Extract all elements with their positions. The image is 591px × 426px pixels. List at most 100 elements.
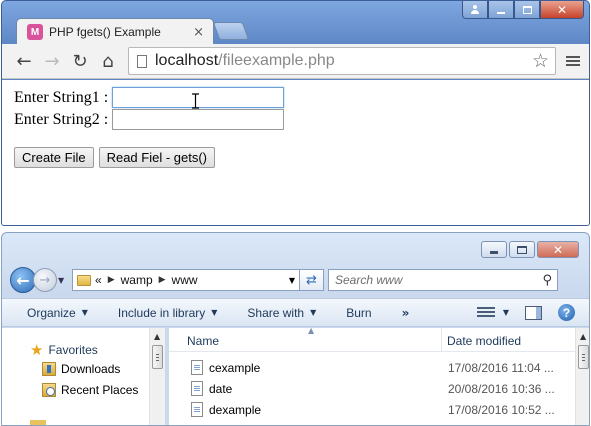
views-button[interactable]: ▼ [476,306,509,319]
share-label: Share with [247,305,305,320]
chevron-down-icon: ▼ [81,308,88,317]
nav-downloads-label: Downloads [61,362,121,376]
file-row[interactable]: date 20/08/2016 10:36 ... [169,378,575,399]
string2-label: Enter String2 : [14,110,109,128]
nav-recent-places[interactable]: Recent Places [42,383,138,397]
file-list-pane: ▲ Name Date modified cexample 17/08/2016… [169,326,589,425]
read-file-button[interactable]: Read Fiel - gets() [98,147,215,168]
address-bar[interactable]: localhost/fileexample.php ☆ [128,47,556,75]
bookmark-star-icon[interactable]: ☆ [532,50,549,72]
button-row: Create File Read Fiel - gets() [14,147,215,168]
minimize-icon [497,11,505,14]
scroll-up-icon[interactable]: ▲ [154,332,160,341]
view-controls: ▼ ? [476,304,575,321]
nav-favorites[interactable]: ★ Favorites [30,341,98,359]
include-label: Include in library [117,305,206,320]
burn-button[interactable]: Burn [346,306,371,320]
new-tab-button[interactable] [212,22,250,40]
column-date-modified[interactable]: Date modified [447,334,521,348]
file-icon [191,360,203,375]
explorer-window-controls: ✕ [481,241,579,258]
explorer-maximize-button[interactable] [509,241,535,258]
string2-input[interactable] [112,109,285,130]
browser-window: ✕ M PHP fgets() Example × ← → ↻ ⌂ localh… [1,0,590,226]
page-icon [137,54,147,68]
file-name: dexample [209,403,262,417]
refresh-icon[interactable]: ⇄ [300,269,324,291]
scroll-thumb[interactable] [578,345,589,369]
close-icon: ✕ [556,2,568,17]
minimize-button[interactable] [488,1,514,19]
views-icon [476,306,495,319]
nav-scrollbar[interactable]: ▲ [149,328,165,425]
scroll-thumb[interactable] [152,345,163,369]
file-name: cexample [209,361,261,375]
url-text[interactable]: localhost/fileexample.php [155,52,532,70]
address-dropdown-icon[interactable]: ▼ [289,276,295,285]
scroll-up-icon[interactable]: ▲ [580,332,586,341]
close-icon: ✕ [552,242,564,257]
maximize-icon [517,245,527,254]
organize-menu[interactable]: Organize ▼ [27,306,88,320]
folder-icon [30,420,46,425]
explorer-search-input[interactable]: Search www ⚲ [328,269,558,291]
file-date: 17/08/2016 10:52 ... [448,403,555,417]
file-row[interactable]: dexample 17/08/2016 10:52 ... [169,399,575,420]
folder-icon [77,274,91,286]
breadcrumb-arrow-icon[interactable]: ▶ [159,275,166,285]
column-headers: ▲ Name Date modified [169,326,575,352]
chevron-down-icon: ▼ [502,308,509,317]
file-date: 20/08/2016 10:36 ... [448,382,555,396]
organize-label: Organize [27,305,76,320]
forward-arrow-icon[interactable]: → [38,47,66,75]
tab-active[interactable]: M PHP fgets() Example × [16,18,214,45]
explorer-minimize-button[interactable] [481,241,507,258]
search-placeholder: Search www [335,273,403,287]
reload-icon[interactable]: ↻ [66,47,94,75]
favicon-icon: M [27,24,43,40]
more-commands-button[interactable]: » [402,306,410,320]
back-arrow-icon[interactable]: ← [10,47,38,75]
sort-arrow-icon: ▲ [308,326,315,335]
file-icon [191,402,203,417]
search-icon[interactable]: ⚲ [542,273,552,288]
string1-label: Enter String1 : [14,88,109,106]
column-name[interactable]: Name [187,334,219,348]
breadcrumb-www[interactable]: www [172,273,198,287]
explorer-address-bar[interactable]: « ▶ wamp ▶ www ▼ [72,269,300,291]
tab-close-icon[interactable]: × [193,25,204,40]
breadcrumb-overflow[interactable]: « [95,273,102,287]
url-host: localhost [155,52,219,69]
breadcrumb-wamp[interactable]: wamp [121,273,153,287]
command-bar: Organize ▼ Include in library ▼ Share with… [2,298,589,327]
browser-toolbar: ← → ↻ ⌂ localhost/fileexample.php ☆ [2,44,589,79]
close-window-button[interactable]: ✕ [540,1,584,19]
file-icon [191,381,203,396]
browser-window-controls: ✕ [462,1,584,19]
create-file-button[interactable]: Create File [14,147,94,168]
breadcrumb-arrow-icon[interactable]: ▶ [108,275,115,285]
include-in-library-menu[interactable]: Include in library ▼ [118,306,218,320]
file-scrollbar[interactable]: ▲ [575,328,589,425]
url-path: /fileexample.php [218,52,335,69]
nav-downloads[interactable]: Downloads [42,362,120,376]
column-divider[interactable] [441,328,442,352]
help-icon[interactable]: ? [558,304,575,321]
home-icon[interactable]: ⌂ [94,47,122,75]
text-cursor-icon [192,93,199,109]
file-date: 17/08/2016 11:04 ... [448,361,554,375]
profile-button[interactable] [462,1,488,19]
user-icon [471,5,479,14]
explorer-forward-icon[interactable]: → [33,268,57,292]
menu-icon[interactable] [566,56,580,66]
share-with-menu[interactable]: Share with ▼ [247,306,316,320]
explorer-close-button[interactable]: ✕ [537,241,579,258]
history-dropdown-icon[interactable]: ▼ [58,276,68,285]
explorer-address-row: ← → ▼ « ▶ wamp ▶ www ▼ ⇄ Search www ⚲ [10,266,583,294]
recent-places-icon [42,383,56,397]
string2-row: Enter String2 : [14,109,285,130]
file-row[interactable]: cexample 17/08/2016 11:04 ... [169,357,575,378]
favorites-star-icon: ★ [30,341,44,359]
preview-pane-icon[interactable] [525,305,542,320]
maximize-button[interactable] [514,1,540,19]
